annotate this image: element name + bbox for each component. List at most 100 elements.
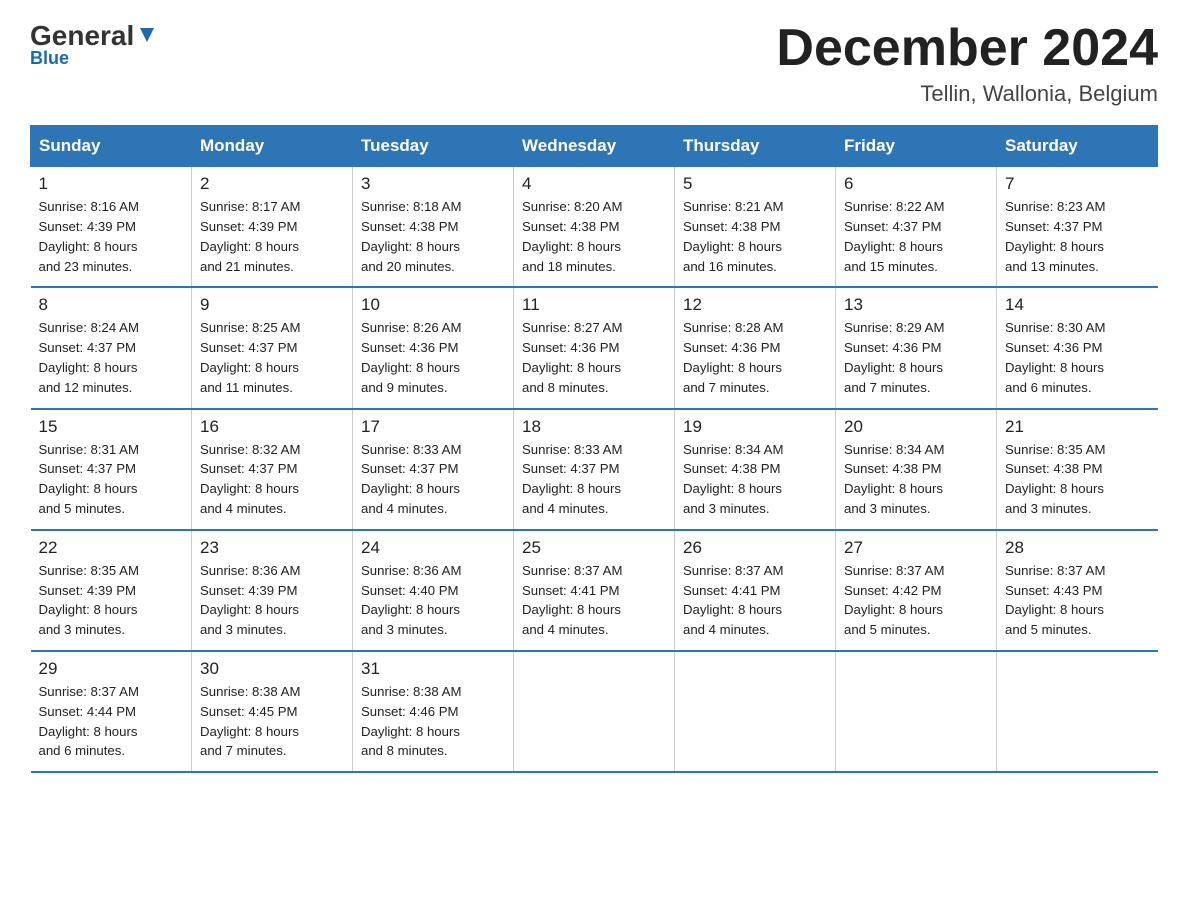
day-info: Sunrise: 8:31 AM Sunset: 4:37 PM Dayligh… [39,440,184,519]
day-info: Sunrise: 8:25 AM Sunset: 4:37 PM Dayligh… [200,318,344,397]
day-info: Sunrise: 8:20 AM Sunset: 4:38 PM Dayligh… [522,197,666,276]
calendar-cell: 22 Sunrise: 8:35 AM Sunset: 4:39 PM Dayl… [31,530,192,651]
day-number: 22 [39,538,184,558]
day-info: Sunrise: 8:34 AM Sunset: 4:38 PM Dayligh… [844,440,988,519]
calendar-cell: 20 Sunrise: 8:34 AM Sunset: 4:38 PM Dayl… [836,409,997,530]
location-title: Tellin, Wallonia, Belgium [776,81,1158,107]
calendar-cell: 31 Sunrise: 8:38 AM Sunset: 4:46 PM Dayl… [353,651,514,772]
calendar-cell: 6 Sunrise: 8:22 AM Sunset: 4:37 PM Dayli… [836,167,997,288]
day-info: Sunrise: 8:23 AM Sunset: 4:37 PM Dayligh… [1005,197,1150,276]
calendar-cell: 10 Sunrise: 8:26 AM Sunset: 4:36 PM Dayl… [353,287,514,408]
calendar-cell: 28 Sunrise: 8:37 AM Sunset: 4:43 PM Dayl… [997,530,1158,651]
calendar-cell: 4 Sunrise: 8:20 AM Sunset: 4:38 PM Dayli… [514,167,675,288]
week-row-2: 8 Sunrise: 8:24 AM Sunset: 4:37 PM Dayli… [31,287,1158,408]
day-number: 16 [200,417,344,437]
calendar-cell: 3 Sunrise: 8:18 AM Sunset: 4:38 PM Dayli… [353,167,514,288]
day-number: 2 [200,174,344,194]
day-number: 10 [361,295,505,315]
calendar-cell: 27 Sunrise: 8:37 AM Sunset: 4:42 PM Dayl… [836,530,997,651]
calendar-cell: 1 Sunrise: 8:16 AM Sunset: 4:39 PM Dayli… [31,167,192,288]
col-thursday: Thursday [675,126,836,167]
calendar-cell: 24 Sunrise: 8:36 AM Sunset: 4:40 PM Dayl… [353,530,514,651]
day-info: Sunrise: 8:29 AM Sunset: 4:36 PM Dayligh… [844,318,988,397]
day-number: 30 [200,659,344,679]
day-number: 3 [361,174,505,194]
day-info: Sunrise: 8:36 AM Sunset: 4:39 PM Dayligh… [200,561,344,640]
calendar-cell: 13 Sunrise: 8:29 AM Sunset: 4:36 PM Dayl… [836,287,997,408]
calendar-cell: 12 Sunrise: 8:28 AM Sunset: 4:36 PM Dayl… [675,287,836,408]
day-number: 8 [39,295,184,315]
day-number: 6 [844,174,988,194]
day-info: Sunrise: 8:26 AM Sunset: 4:36 PM Dayligh… [361,318,505,397]
day-number: 14 [1005,295,1150,315]
calendar-cell: 18 Sunrise: 8:33 AM Sunset: 4:37 PM Dayl… [514,409,675,530]
day-info: Sunrise: 8:37 AM Sunset: 4:41 PM Dayligh… [522,561,666,640]
calendar-cell: 21 Sunrise: 8:35 AM Sunset: 4:38 PM Dayl… [997,409,1158,530]
day-info: Sunrise: 8:18 AM Sunset: 4:38 PM Dayligh… [361,197,505,276]
calendar-cell: 2 Sunrise: 8:17 AM Sunset: 4:39 PM Dayli… [192,167,353,288]
col-monday: Monday [192,126,353,167]
calendar-header-row: Sunday Monday Tuesday Wednesday Thursday… [31,126,1158,167]
day-number: 18 [522,417,666,437]
day-info: Sunrise: 8:37 AM Sunset: 4:42 PM Dayligh… [844,561,988,640]
col-tuesday: Tuesday [353,126,514,167]
day-number: 29 [39,659,184,679]
day-number: 5 [683,174,827,194]
day-number: 27 [844,538,988,558]
day-info: Sunrise: 8:22 AM Sunset: 4:37 PM Dayligh… [844,197,988,276]
day-number: 4 [522,174,666,194]
day-info: Sunrise: 8:32 AM Sunset: 4:37 PM Dayligh… [200,440,344,519]
week-row-4: 22 Sunrise: 8:35 AM Sunset: 4:39 PM Dayl… [31,530,1158,651]
day-info: Sunrise: 8:16 AM Sunset: 4:39 PM Dayligh… [39,197,184,276]
week-row-5: 29 Sunrise: 8:37 AM Sunset: 4:44 PM Dayl… [31,651,1158,772]
calendar-cell [675,651,836,772]
calendar-cell: 23 Sunrise: 8:36 AM Sunset: 4:39 PM Dayl… [192,530,353,651]
day-info: Sunrise: 8:35 AM Sunset: 4:39 PM Dayligh… [39,561,184,640]
day-info: Sunrise: 8:34 AM Sunset: 4:38 PM Dayligh… [683,440,827,519]
calendar-cell: 26 Sunrise: 8:37 AM Sunset: 4:41 PM Dayl… [675,530,836,651]
logo-blue-text: Blue [30,48,69,69]
day-info: Sunrise: 8:28 AM Sunset: 4:36 PM Dayligh… [683,318,827,397]
day-info: Sunrise: 8:30 AM Sunset: 4:36 PM Dayligh… [1005,318,1150,397]
day-info: Sunrise: 8:17 AM Sunset: 4:39 PM Dayligh… [200,197,344,276]
day-number: 17 [361,417,505,437]
month-title: December 2024 [776,20,1158,77]
week-row-3: 15 Sunrise: 8:31 AM Sunset: 4:37 PM Dayl… [31,409,1158,530]
col-saturday: Saturday [997,126,1158,167]
day-info: Sunrise: 8:33 AM Sunset: 4:37 PM Dayligh… [522,440,666,519]
day-number: 31 [361,659,505,679]
logo-triangle-icon [136,24,158,46]
col-sunday: Sunday [31,126,192,167]
day-number: 7 [1005,174,1150,194]
calendar-cell: 19 Sunrise: 8:34 AM Sunset: 4:38 PM Dayl… [675,409,836,530]
calendar-cell: 15 Sunrise: 8:31 AM Sunset: 4:37 PM Dayl… [31,409,192,530]
day-info: Sunrise: 8:35 AM Sunset: 4:38 PM Dayligh… [1005,440,1150,519]
page-header: General Blue December 2024 Tellin, Wallo… [30,20,1158,107]
day-info: Sunrise: 8:33 AM Sunset: 4:37 PM Dayligh… [361,440,505,519]
day-info: Sunrise: 8:24 AM Sunset: 4:37 PM Dayligh… [39,318,184,397]
calendar-cell: 29 Sunrise: 8:37 AM Sunset: 4:44 PM Dayl… [31,651,192,772]
calendar-cell: 11 Sunrise: 8:27 AM Sunset: 4:36 PM Dayl… [514,287,675,408]
col-wednesday: Wednesday [514,126,675,167]
day-number: 25 [522,538,666,558]
day-number: 12 [683,295,827,315]
day-number: 19 [683,417,827,437]
day-number: 20 [844,417,988,437]
calendar-cell: 8 Sunrise: 8:24 AM Sunset: 4:37 PM Dayli… [31,287,192,408]
day-number: 23 [200,538,344,558]
calendar-cell [514,651,675,772]
calendar-cell [836,651,997,772]
calendar-cell: 16 Sunrise: 8:32 AM Sunset: 4:37 PM Dayl… [192,409,353,530]
day-number: 13 [844,295,988,315]
calendar-cell: 9 Sunrise: 8:25 AM Sunset: 4:37 PM Dayli… [192,287,353,408]
day-number: 9 [200,295,344,315]
day-info: Sunrise: 8:37 AM Sunset: 4:41 PM Dayligh… [683,561,827,640]
day-number: 1 [39,174,184,194]
day-number: 11 [522,295,666,315]
calendar-cell: 5 Sunrise: 8:21 AM Sunset: 4:38 PM Dayli… [675,167,836,288]
day-info: Sunrise: 8:38 AM Sunset: 4:45 PM Dayligh… [200,682,344,761]
week-row-1: 1 Sunrise: 8:16 AM Sunset: 4:39 PM Dayli… [31,167,1158,288]
col-friday: Friday [836,126,997,167]
day-info: Sunrise: 8:37 AM Sunset: 4:44 PM Dayligh… [39,682,184,761]
calendar-cell: 25 Sunrise: 8:37 AM Sunset: 4:41 PM Dayl… [514,530,675,651]
